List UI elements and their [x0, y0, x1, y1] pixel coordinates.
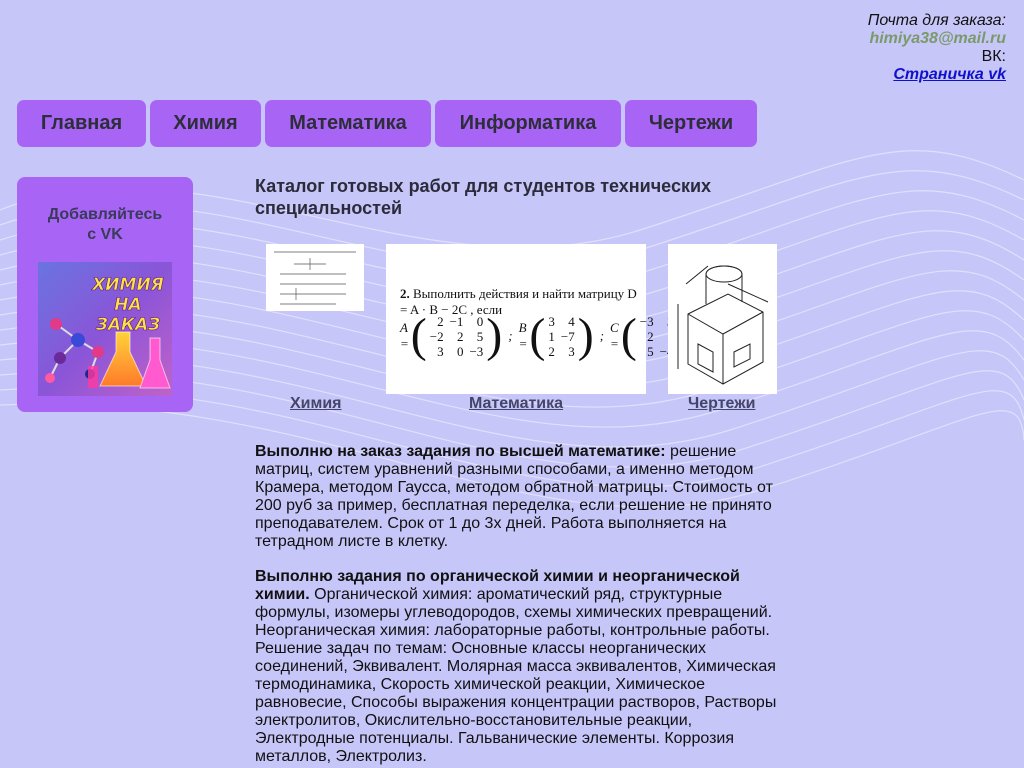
main-nav: Главная Химия Математика Информатика Чер…: [17, 100, 761, 147]
nav-math[interactable]: Математика: [265, 100, 431, 147]
vk-label: ВК:: [981, 48, 1006, 65]
matrix-cell: 2: [548, 343, 555, 359]
math-caption-link[interactable]: Математика: [469, 395, 563, 413]
contact-block: Почта для заказа: himiya38@mail.ru ВК: С…: [868, 12, 1006, 84]
vk-page-link[interactable]: Страничка vk: [893, 66, 1006, 83]
matrix-cell: 1: [548, 328, 555, 344]
matrix-cell: 4: [568, 313, 575, 329]
order-email-label: Почта для заказа:: [867, 12, 1006, 29]
page-heading: Каталог готовых работ для студентов техн…: [255, 176, 712, 218]
sidebar-vk-panel: Добавляйтесь с VK ХИМИЯ НА ЗАКАЗ: [17, 177, 193, 412]
math-service-paragraph: Выполню на заказ задания по высшей матем…: [255, 443, 773, 550]
matrix-cell: 2: [437, 313, 444, 329]
matrix-cell: 5: [647, 343, 654, 359]
matrix-cell: 0: [456, 343, 464, 359]
order-email[interactable]: himiya38@mail.ru: [868, 30, 1006, 48]
chemistry-service-paragraph: Выполню задания по органической химии и …: [255, 568, 777, 765]
matrix-cell: −3: [469, 343, 484, 359]
matrix-cell: 2: [647, 328, 654, 344]
nav-chemistry[interactable]: Химия: [150, 100, 261, 147]
matrix-cell: 3: [548, 313, 555, 329]
matrix-cell: −7: [560, 328, 575, 344]
drawings-caption-link[interactable]: Чертежи: [688, 395, 755, 413]
drawing-thumbnail[interactable]: [668, 244, 777, 394]
matrix-cell: −3: [639, 313, 654, 329]
catalog-thumbnails: 2. Выполнить действия и найти матрицу D …: [255, 244, 785, 416]
chemistry-caption-link[interactable]: Химия: [290, 395, 342, 413]
math-task-number: 2.: [400, 286, 410, 301]
matrix-cell: 3: [568, 343, 575, 359]
matrix-cell: −2: [429, 328, 444, 344]
banner-line-3: ЗАКАЗ: [95, 315, 160, 335]
matrix-cell: 2: [456, 328, 464, 344]
matrix-b: 3 4 1 −7 2 3: [545, 314, 577, 359]
banner-line-2: НА: [114, 295, 141, 315]
chemistry-thumbnail[interactable]: [266, 244, 364, 311]
nav-home[interactable]: Главная: [17, 100, 146, 147]
nav-drawings[interactable]: Чертежи: [625, 100, 757, 147]
matrix-a: 2 −1 0 −2 2 5 3 0 −3: [427, 314, 487, 359]
matrix-cell: 0: [476, 313, 484, 329]
matrix-cell: 5: [476, 328, 484, 344]
sidebar-title: Добавляйтесь с VK: [47, 206, 163, 243]
main-content: Каталог готовых работ для студентов техн…: [255, 175, 785, 765]
nav-informatics[interactable]: Информатика: [435, 100, 621, 147]
matrix-cell: −1: [449, 313, 464, 329]
matrix-cell: 3: [437, 343, 444, 359]
banner-line-1: ХИМИЯ: [91, 275, 164, 295]
math-thumbnail[interactable]: 2. Выполнить действия и найти матрицу D …: [386, 244, 692, 394]
vk-banner-image[interactable]: ХИМИЯ НА ЗАКАЗ: [38, 262, 172, 396]
